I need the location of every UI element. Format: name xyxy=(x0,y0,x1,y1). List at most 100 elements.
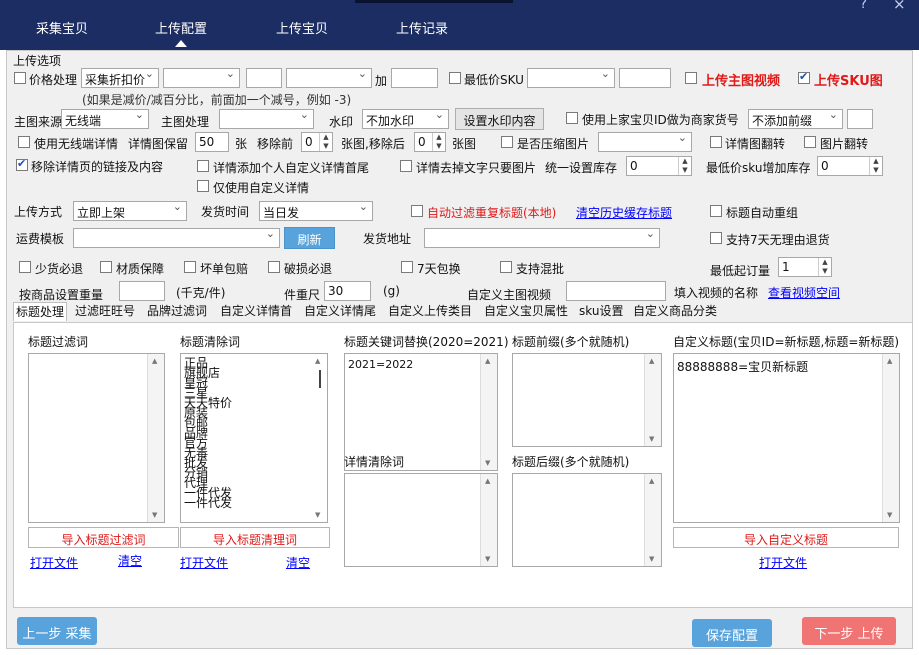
tab-upload-records[interactable]: 上传记录 xyxy=(396,18,448,37)
auto-regroup-title-checkbox[interactable] xyxy=(710,205,722,217)
lowest-sku-stock-spinner[interactable]: 0 ▲ ▼ xyxy=(817,156,883,176)
subtab-custom-detail-tail[interactable]: 自定义详情尾 xyxy=(302,302,378,319)
auto-filter-dup-title-checkbox[interactable] xyxy=(411,205,423,217)
scrollbar[interactable] xyxy=(147,354,164,522)
tab-collect[interactable]: 采集宝贝 xyxy=(36,18,88,37)
lowest-sku-input[interactable] xyxy=(619,68,671,88)
scrollbar[interactable] xyxy=(644,354,661,446)
remove-before-spinner[interactable]: 0 ▲ ▼ xyxy=(301,132,333,152)
main-img-process-select[interactable] xyxy=(219,109,314,129)
clear-open-file-link[interactable]: 打开文件 xyxy=(180,554,228,571)
image-flip-checkbox[interactable] xyxy=(804,136,816,148)
price-unit-select[interactable] xyxy=(286,68,372,88)
svc-broken-pay-checkbox[interactable] xyxy=(184,261,196,273)
subtab-brand-filter[interactable]: 品牌过滤词 xyxy=(145,302,209,319)
save-config-button[interactable]: 保存配置 xyxy=(692,619,772,647)
min-order-spinner[interactable]: 1 ▲ ▼ xyxy=(778,257,832,277)
custom-title-textarea[interactable]: 88888888=宝贝新标题 xyxy=(673,353,900,523)
suffix-textarea[interactable] xyxy=(512,473,662,567)
lowest-sku-checkbox[interactable] xyxy=(449,72,461,84)
scrollbar[interactable] xyxy=(644,474,661,566)
scrollbar[interactable] xyxy=(882,354,899,522)
subtab-custom-product-category[interactable]: 自定义商品分类 xyxy=(631,302,719,319)
support-7day-checkbox[interactable] xyxy=(710,232,722,244)
subtab-custom-category[interactable]: 自定义上传类目 xyxy=(386,302,474,319)
subtab-custom-detail-head[interactable]: 自定义详情首 xyxy=(218,302,294,319)
scrollbar-thumb[interactable] xyxy=(319,370,321,388)
clear-words-textarea[interactable]: 正品 旗舰店 皇冠 三星 天天特价 原装 包邮 品牌 官方 无毒 批发 分销 代理 一件代发 一件代发 xyxy=(180,353,328,523)
upload-mode-select[interactable]: 立即上架 xyxy=(73,201,187,221)
add-custom-head-tail-checkbox[interactable] xyxy=(197,160,209,172)
tab-upload-config[interactable]: 上传配置 xyxy=(155,18,207,47)
piece-weight-input[interactable]: 30 xyxy=(324,281,371,301)
ship-time-select[interactable]: 当日发 xyxy=(259,201,373,221)
detail-keep-input[interactable]: 50 xyxy=(195,132,229,152)
weight-input[interactable] xyxy=(119,281,165,301)
detail-flip-checkbox[interactable] xyxy=(710,136,722,148)
price-processing-checkbox[interactable] xyxy=(14,72,26,84)
spinner-arrows-icon[interactable]: ▲ ▼ xyxy=(818,258,831,276)
spinner-arrows-icon[interactable]: ▲ ▼ xyxy=(869,157,882,175)
watermark-settings-button[interactable]: 设置水印内容 xyxy=(455,108,544,130)
ship-addr-select[interactable] xyxy=(424,228,660,248)
subtab-title-processing[interactable]: 标题处理 xyxy=(13,302,68,321)
remove-after-spinner[interactable]: 0 ▲ ▼ xyxy=(414,132,446,152)
only-custom-detail-checkbox[interactable] xyxy=(197,180,209,192)
clear-history-link[interactable]: 清空历史缓存标题 xyxy=(576,204,672,221)
remove-text-keep-img-checkbox[interactable] xyxy=(400,160,412,172)
view-video-space-link[interactable]: 查看视频空间 xyxy=(768,284,840,301)
price-add-label: 加 xyxy=(375,74,388,88)
price-add-input[interactable] xyxy=(391,68,438,88)
scrollbar[interactable] xyxy=(480,474,497,566)
remove-after-label: 张图,移除后 xyxy=(341,137,405,151)
spinner-arrows-icon[interactable]: ▲ ▼ xyxy=(319,133,332,151)
tab-upload-items[interactable]: 上传宝贝 xyxy=(276,18,328,37)
filter-clear-link[interactable]: 清空 xyxy=(118,552,142,569)
svc-fake-checkbox[interactable] xyxy=(19,261,31,273)
subtab-custom-attributes[interactable]: 自定义宝贝属性 xyxy=(482,302,570,319)
use-prev-id-checkbox[interactable] xyxy=(566,112,578,124)
unified-stock-spinner[interactable]: 0 ▲ ▼ xyxy=(626,156,692,176)
filter-words-textarea[interactable] xyxy=(28,353,165,523)
prefix-textarea[interactable] xyxy=(512,353,662,447)
lowest-sku-select[interactable] xyxy=(527,68,615,88)
remove-links-checkbox[interactable] xyxy=(16,157,28,171)
upload-main-video-checkbox[interactable] xyxy=(685,72,697,84)
spinner-arrows-icon[interactable]: ▲ ▼ xyxy=(678,157,691,175)
upload-sku-image-checkbox[interactable] xyxy=(798,70,810,84)
subtab-filter-wangwang[interactable]: 过滤旺旺号 xyxy=(73,302,137,319)
filter-open-file-link[interactable]: 打开文件 xyxy=(30,554,78,571)
custom-video-input[interactable] xyxy=(566,281,666,301)
import-filter-words-button[interactable]: 导入标题过滤词 xyxy=(28,527,179,548)
spinner-arrows-icon[interactable]: ▲ ▼ xyxy=(432,133,445,151)
close-icon[interactable]: × xyxy=(893,0,906,13)
custom-open-file-link[interactable]: 打开文件 xyxy=(759,554,807,571)
scrollbar[interactable] xyxy=(311,354,327,522)
help-icon[interactable]: ? xyxy=(860,0,867,12)
detail-clear-textarea[interactable] xyxy=(344,473,498,567)
clear-clear-link[interactable]: 清空 xyxy=(286,554,310,571)
compress-checkbox[interactable] xyxy=(501,136,513,148)
compress-select[interactable] xyxy=(598,132,692,152)
svc-mix-checkbox[interactable] xyxy=(500,261,512,273)
freight-select[interactable] xyxy=(73,228,280,248)
svc-7day-checkbox[interactable] xyxy=(401,261,413,273)
svc-material-checkbox[interactable] xyxy=(100,261,112,273)
prev-step-button[interactable]: 上一步 采集 xyxy=(17,617,97,645)
refresh-button[interactable]: 刷新 xyxy=(284,227,335,249)
scrollbar[interactable] xyxy=(480,354,497,470)
prefix-select[interactable]: 不添加前缀 xyxy=(748,109,843,129)
import-custom-title-button[interactable]: 导入自定义标题 xyxy=(673,527,899,548)
import-clear-words-button[interactable]: 导入标题清理词 xyxy=(180,527,330,548)
main-img-source-select[interactable]: 无线端 xyxy=(61,109,149,129)
svc-broken-return-checkbox[interactable] xyxy=(268,261,280,273)
use-wireless-detail-checkbox[interactable] xyxy=(18,136,30,148)
watermark-select[interactable]: 不加水印 xyxy=(362,109,449,129)
price-op-select[interactable] xyxy=(163,68,240,88)
subtab-sku-settings[interactable]: sku设置 xyxy=(577,302,625,319)
auto-filter-dup-title-label: 自动过滤重复标题(本地) xyxy=(427,206,557,220)
prefix-input[interactable] xyxy=(847,109,873,129)
next-step-button[interactable]: 下一步 上传 xyxy=(802,617,896,645)
price-value-input[interactable] xyxy=(246,68,282,88)
price-mode-select[interactable]: 采集折扣价 xyxy=(81,68,159,88)
